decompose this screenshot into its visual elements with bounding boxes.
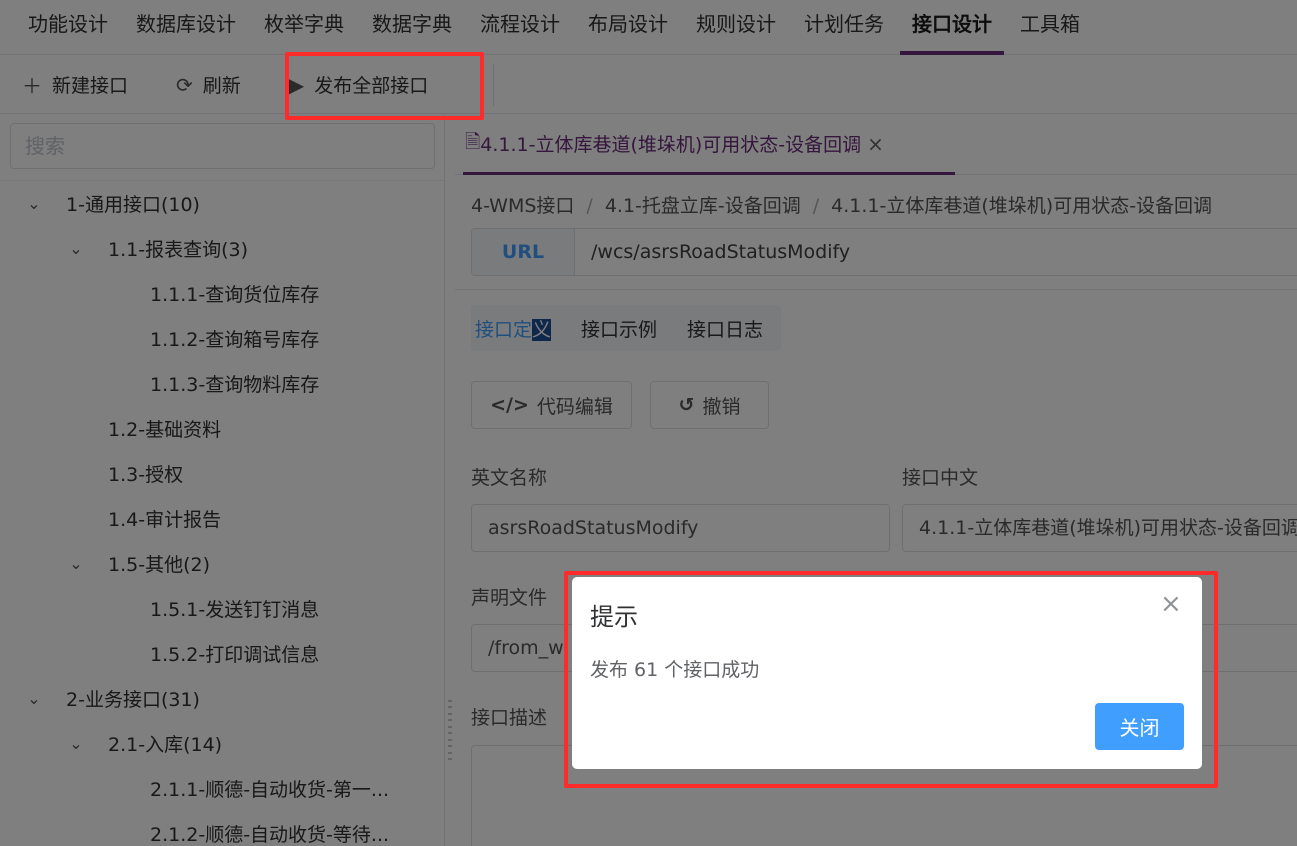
highlight-box xyxy=(285,52,484,120)
dialog-message: 发布 61 个接口成功 xyxy=(590,659,760,681)
close-button[interactable]: 关闭 xyxy=(1095,703,1184,750)
close-icon[interactable]: × xyxy=(1160,591,1182,617)
message-dialog: 提示 × 发布 61 个接口成功 关闭 xyxy=(572,577,1202,769)
dialog-title: 提示 xyxy=(590,603,638,631)
